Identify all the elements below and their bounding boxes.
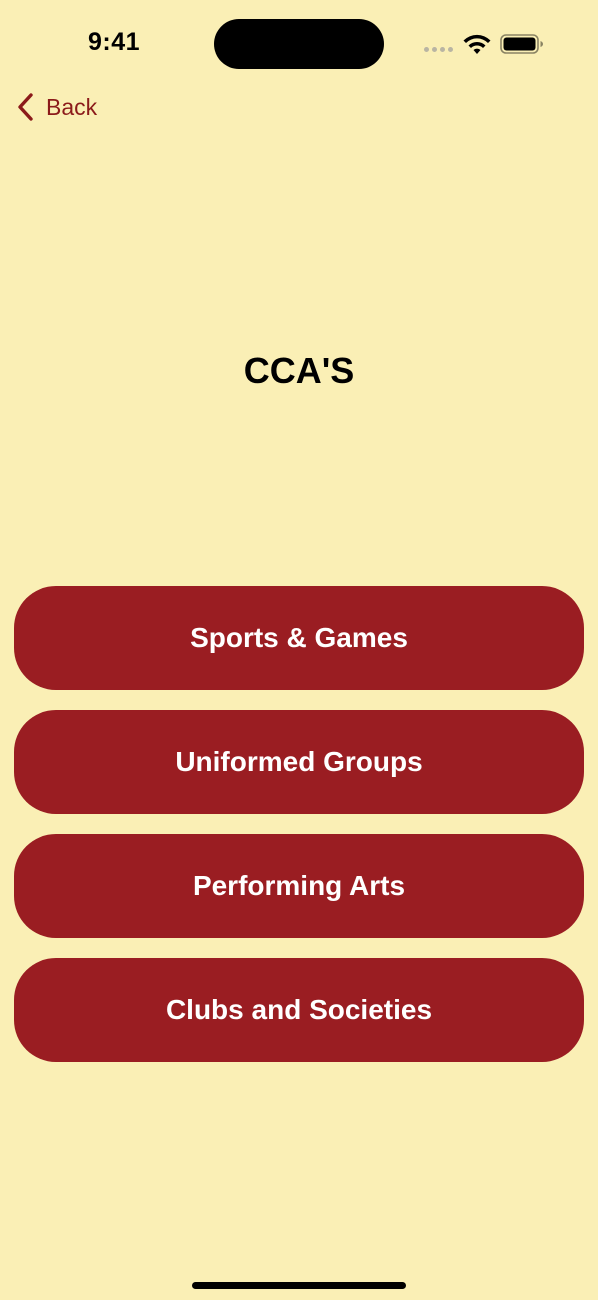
back-button[interactable]: Back	[16, 92, 97, 122]
cellular-signal-icon	[424, 47, 453, 52]
screen: 9:41 Back CCA'S Sports & Games Uniformed…	[0, 0, 598, 1300]
performing-arts-button[interactable]: Performing Arts	[14, 834, 584, 938]
battery-icon	[500, 34, 543, 54]
home-indicator[interactable]	[192, 1282, 406, 1289]
dynamic-island	[214, 19, 384, 69]
clubs-societies-button[interactable]: Clubs and Societies	[14, 958, 584, 1062]
uniformed-groups-button[interactable]: Uniformed Groups	[14, 710, 584, 814]
page-title: CCA'S	[243, 350, 355, 391]
wifi-icon	[463, 34, 491, 54]
sports-games-button[interactable]: Sports & Games	[14, 586, 584, 690]
status-time: 9:41	[88, 28, 141, 56]
category-menu: Sports & Games Uniformed Groups Performi…	[14, 586, 584, 1082]
back-label: Back	[46, 93, 98, 120]
chevron-left-icon	[18, 93, 33, 121]
